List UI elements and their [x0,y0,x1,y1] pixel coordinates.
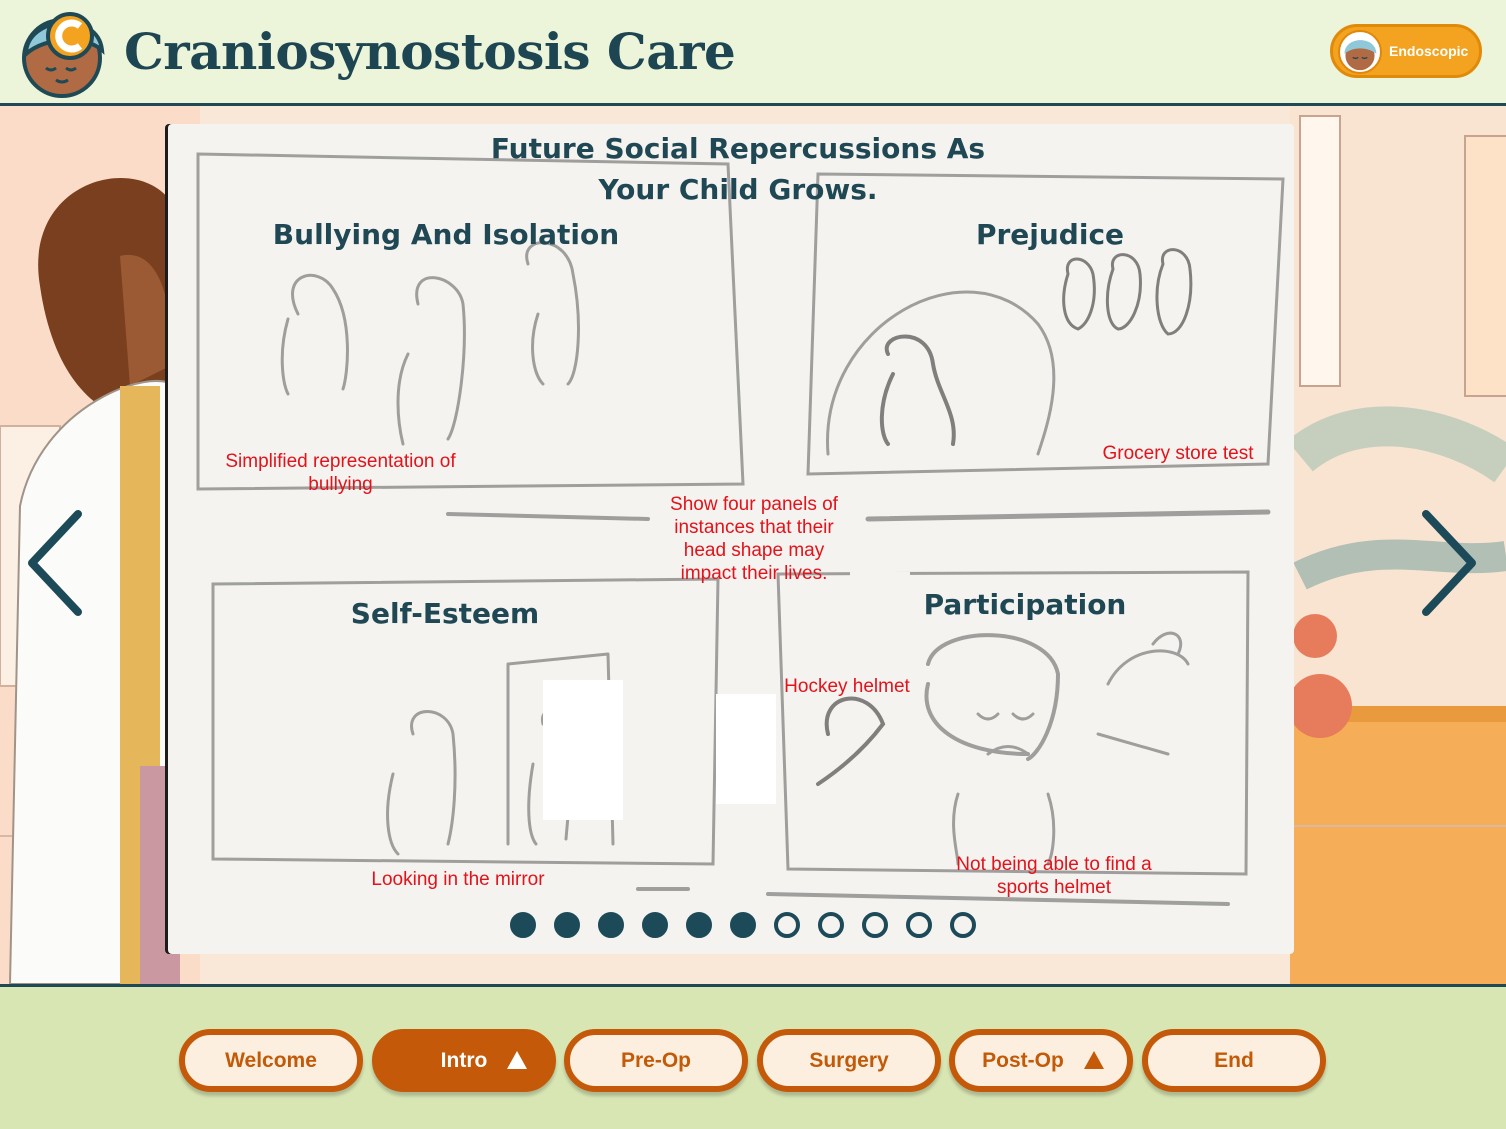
panel-heading-participation: Participation [923,588,1127,621]
slide-title-line-2: Your Child Grows. [598,173,878,206]
triangle-up-icon[interactable] [506,1049,528,1071]
progress-dot[interactable] [510,912,536,938]
nav-tab-welcome[interactable]: Welcome [179,1029,363,1092]
progress-dot[interactable] [730,912,756,938]
panel-heading-self-esteem: Self-Esteem [350,597,540,630]
progress-dot[interactable] [774,912,800,938]
progress-dot[interactable] [950,912,976,938]
progress-dot[interactable] [598,912,624,938]
nav-tab-pre-op[interactable]: Pre-Op [564,1029,748,1092]
nav-tab-label: Surgery [809,1048,889,1072]
nav-tab-surgery[interactable]: Surgery [757,1029,941,1092]
triangle-up-icon[interactable] [1083,1049,1105,1071]
note-bullying: Simplified representation of bullying [225,451,456,495]
slide-panel: Future Social Repercussions As Your Chil… [168,124,1294,954]
note-center: Show four panels of instances that their… [670,494,838,584]
slide-progress-dots [510,912,976,938]
slide-title: Future Social Repercussions As Your Chil… [468,128,1008,210]
panel-heading-bullying: Bullying And Isolation [272,218,620,251]
progress-dot[interactable] [906,912,932,938]
progress-dot[interactable] [554,912,580,938]
baby-avatar-icon [1338,30,1382,74]
progress-dot[interactable] [862,912,888,938]
nav-tab-label: Welcome [225,1048,317,1072]
note-prejudice: Grocery store test [1102,443,1254,464]
nav-tab-end[interactable]: End [1142,1029,1326,1092]
note-hockey-helmet: Hockey helmet [784,676,910,697]
chevron-right-icon[interactable] [1420,508,1480,618]
nav-tab-post-op[interactable]: Post-Op [949,1029,1133,1092]
nav-tab-intro[interactable]: Intro [372,1029,556,1092]
nav-tab-label: End [1214,1048,1254,1072]
panel-heading-prejudice: Prejudice [975,218,1125,251]
nav-tab-label: Pre-Op [620,1048,691,1072]
progress-dot[interactable] [686,912,712,938]
app-title: Craniosynostosis Care [124,22,736,81]
chevron-left-icon[interactable] [24,508,84,618]
app-header: Craniosynostosis Care Endoscopic [0,0,1506,106]
nav-tab-label: Intro [440,1048,488,1072]
note-self-esteem: Looking in the mirror [371,869,545,890]
progress-dot[interactable] [818,912,844,938]
surgery-mode-toggle[interactable]: Endoscopic [1330,24,1482,78]
slide-title-line-1: Future Social Repercussions As [490,132,986,165]
mode-label: Endoscopic [1389,43,1469,59]
app-logo-icon [22,12,105,98]
note-participation: Not being able to find a sports helmet [956,854,1152,898]
nav-tab-label: Post-Op [982,1048,1064,1072]
progress-dot[interactable] [642,912,668,938]
